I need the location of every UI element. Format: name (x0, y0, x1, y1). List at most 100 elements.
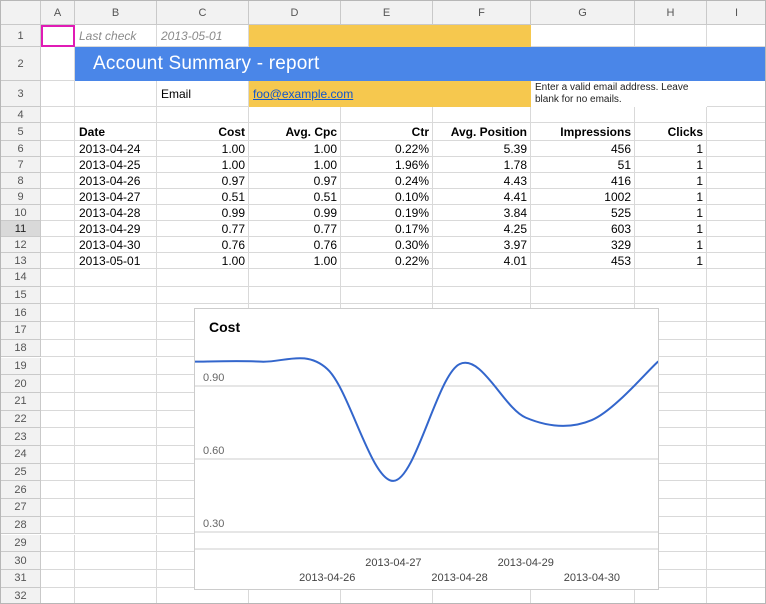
cell-A5[interactable] (41, 123, 75, 141)
embedded-chart[interactable]: Cost 0.900.600.302013-04-262013-04-27201… (194, 308, 659, 590)
cell-A4[interactable] (41, 107, 75, 123)
row-header-15[interactable]: 15 (1, 287, 41, 305)
cell-A25[interactable] (41, 464, 75, 482)
row-header-11[interactable]: 11 (1, 221, 41, 237)
cell-A32[interactable] (41, 588, 75, 604)
cell-E14[interactable] (341, 269, 433, 287)
row-header-6[interactable]: 6 (1, 141, 41, 157)
cell-B29[interactable] (75, 535, 157, 553)
cell-I5[interactable] (707, 123, 766, 141)
cell-A15[interactable] (41, 287, 75, 305)
cell-I16[interactable] (707, 304, 766, 322)
cell-I3[interactable] (707, 81, 766, 107)
row-header-3[interactable]: 3 (1, 81, 41, 107)
row-header-10[interactable]: 10 (1, 205, 41, 221)
row-header-2[interactable]: 2 (1, 47, 41, 81)
cell-A26[interactable] (41, 481, 75, 499)
cell-B17[interactable] (75, 322, 157, 340)
cell-A1[interactable] (41, 25, 75, 47)
row-header-29[interactable]: 29 (1, 535, 41, 553)
cell-F32[interactable] (433, 588, 531, 604)
cell-I4[interactable] (707, 107, 766, 123)
column-header-H[interactable]: H (635, 1, 707, 25)
cell-I12[interactable] (707, 237, 766, 253)
cell-C14[interactable] (157, 269, 249, 287)
row-header-14[interactable]: 14 (1, 269, 41, 287)
cell-B26[interactable] (75, 481, 157, 499)
cell-B4[interactable] (75, 107, 157, 123)
cell-D4[interactable] (249, 107, 341, 123)
cell-I6[interactable] (707, 141, 766, 157)
cell-I21[interactable] (707, 393, 766, 411)
cell-A14[interactable] (41, 269, 75, 287)
cell-A30[interactable] (41, 552, 75, 570)
cell-F15[interactable] (433, 287, 531, 305)
cell-I17[interactable] (707, 322, 766, 340)
cell-A27[interactable] (41, 499, 75, 517)
row-header-27[interactable]: 27 (1, 499, 41, 517)
cell-B20[interactable] (75, 375, 157, 393)
row-header-9[interactable]: 9 (1, 189, 41, 205)
cell-I28[interactable] (707, 517, 766, 535)
cell-B24[interactable] (75, 446, 157, 464)
cell-C32[interactable] (157, 588, 249, 604)
cell-A16[interactable] (41, 304, 75, 322)
row-header-25[interactable]: 25 (1, 464, 41, 482)
cell-I26[interactable] (707, 481, 766, 499)
cell-E15[interactable] (341, 287, 433, 305)
cell-I19[interactable] (707, 358, 766, 376)
cell-G14[interactable] (531, 269, 635, 287)
cell-I9[interactable] (707, 189, 766, 205)
row-header-19[interactable]: 19 (1, 358, 41, 376)
cell-I31[interactable] (707, 570, 766, 588)
cell-I32[interactable] (707, 588, 766, 604)
cell-A11[interactable] (41, 221, 75, 237)
row-header-23[interactable]: 23 (1, 428, 41, 446)
cell-G1[interactable] (531, 25, 635, 47)
cell-F14[interactable] (433, 269, 531, 287)
cell-I10[interactable] (707, 205, 766, 221)
cell-C15[interactable] (157, 287, 249, 305)
column-header-B[interactable]: B (75, 1, 157, 25)
cell-I27[interactable] (707, 499, 766, 517)
cell-H14[interactable] (635, 269, 707, 287)
report-title-banner[interactable]: Account Summary - report (75, 47, 766, 81)
cell-D14[interactable] (249, 269, 341, 287)
cell-B21[interactable] (75, 393, 157, 411)
highlighted-range-row1[interactable] (249, 25, 531, 47)
row-header-28[interactable]: 28 (1, 517, 41, 535)
cell-A9[interactable] (41, 189, 75, 205)
row-header-18[interactable]: 18 (1, 340, 41, 358)
cell-H1[interactable] (635, 25, 707, 47)
row-header-20[interactable]: 20 (1, 375, 41, 393)
cell-B19[interactable] (75, 358, 157, 376)
cell-G32[interactable] (531, 588, 635, 604)
column-header-G[interactable]: G (531, 1, 635, 25)
cell-A8[interactable] (41, 173, 75, 189)
row-header-16[interactable]: 16 (1, 304, 41, 322)
cell-A28[interactable] (41, 517, 75, 535)
cell-A3[interactable] (41, 81, 75, 107)
cell-D15[interactable] (249, 287, 341, 305)
cell-A29[interactable] (41, 535, 75, 553)
cell-A31[interactable] (41, 570, 75, 588)
cell-B18[interactable] (75, 340, 157, 358)
column-header-F[interactable]: F (433, 1, 531, 25)
cell-A20[interactable] (41, 375, 75, 393)
cell-E4[interactable] (341, 107, 433, 123)
row-header-31[interactable]: 31 (1, 570, 41, 588)
cell-I13[interactable] (707, 253, 766, 269)
cell-A21[interactable] (41, 393, 75, 411)
cell-B22[interactable] (75, 411, 157, 429)
row-header-4[interactable]: 4 (1, 107, 41, 123)
row-header-21[interactable]: 21 (1, 393, 41, 411)
row-header-7[interactable]: 7 (1, 157, 41, 173)
cell-A24[interactable] (41, 446, 75, 464)
select-all-corner[interactable] (1, 1, 41, 25)
cell-H32[interactable] (635, 588, 707, 604)
cell-B14[interactable] (75, 269, 157, 287)
cell-G15[interactable] (531, 287, 635, 305)
cell-A22[interactable] (41, 411, 75, 429)
cell-A23[interactable] (41, 428, 75, 446)
row-header-12[interactable]: 12 (1, 237, 41, 253)
